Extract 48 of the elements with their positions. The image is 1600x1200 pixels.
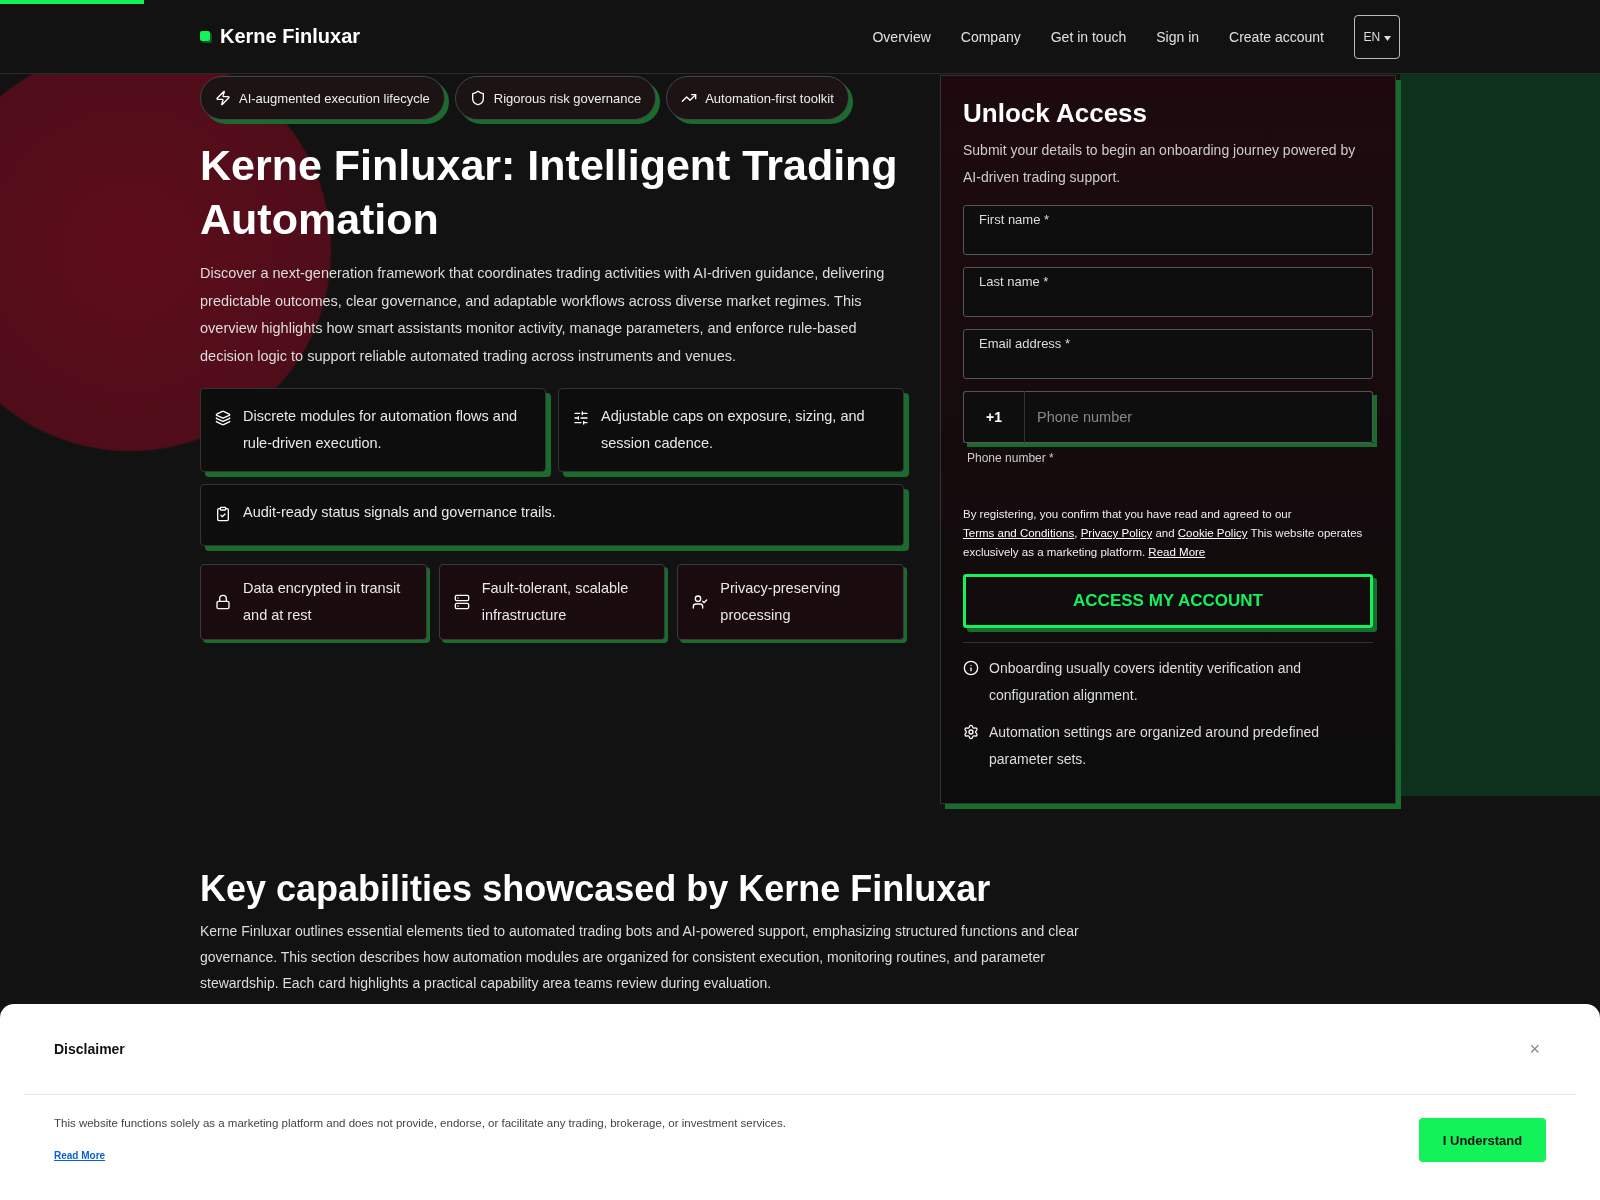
language-select[interactable]: EN xyxy=(1354,14,1400,59)
lightning-icon xyxy=(215,90,231,106)
highlight-text: Fault-tolerant, scalable infrastructure xyxy=(481,579,630,625)
clipboard-check-icon xyxy=(215,506,231,522)
understand-button[interactable]: I Understand xyxy=(1419,1118,1546,1162)
logo-icon xyxy=(200,30,212,43)
server-icon xyxy=(453,594,470,610)
note-text: Automation settings are organized around predefined parameter sets. xyxy=(989,723,1320,769)
close-button[interactable]: × xyxy=(1523,1037,1546,1061)
consent-link[interactable]: Privacy Policy xyxy=(1080,527,1153,539)
layers-icon xyxy=(215,410,231,426)
shield-icon xyxy=(469,90,486,106)
hero-description: Discover a next-generation framework that coordinates trading activities with AI-driven guidance, delivering predictable outcomes, clear governance, and adaptable workflows across diverse market regimes. This overview highlights how smart assistants monitor activity, manage parameters, and enforce rule-based decision logic to support reliable automated trading across instruments and venues. xyxy=(200,264,886,366)
disclaimer-text: This website functions solely as a marketing platform and does not provide, endorse, or facilitate any trading, brokerage, or investment services. xyxy=(54,1117,786,1129)
form-subtitle: Submit your details to begin an onboarding journey powered by AI-driven trading support. xyxy=(963,141,1357,187)
email-field[interactable]: Email address * xyxy=(963,329,1373,379)
pill-label: Automation-first toolkit xyxy=(705,90,834,106)
nav-link[interactable]: Create account xyxy=(1229,28,1324,45)
info-icon xyxy=(963,660,979,676)
consent-link[interactable]: Read More xyxy=(1148,546,1206,558)
consent-text: By registering, you confirm that you have read and agreed to our Terms and Conditions, Privacy Policy and Cookie Policy This website operates exclusively as a marketing platform. Read More xyxy=(963,507,1364,560)
read-more-link[interactable]: Read More xyxy=(54,1150,106,1161)
form-title: Unlock Access xyxy=(963,98,1149,129)
feature-text: Adjustable caps on exposure, sizing, and session cadence. xyxy=(601,407,866,453)
section-description: Kerne Finluxar outlines essential elements tied to automated trading bots and AI-powered support, emphasizing structured functions and clear governance. This section describes how automation modules are organized for consistent execution, monitoring routines, and parameter stewardship. Each card highlights a practical capability area teams review during evaluation. xyxy=(200,922,1080,993)
highlight-text: Privacy-preserving processing xyxy=(720,579,842,625)
lock-icon xyxy=(215,594,231,610)
hero-title: Kerne Finluxar: Intelligent Trading Automation xyxy=(200,140,899,245)
caret-icon xyxy=(1383,35,1391,41)
feature-text: Discrete modules for automation flows and rule-driven execution. xyxy=(243,407,519,453)
section-title: Key capabilities showcased by Kerne Finluxar xyxy=(200,868,992,910)
highlight-text: Data encrypted in transit and at rest xyxy=(243,579,402,625)
phone-field[interactable]: Phone number xyxy=(1025,391,1373,443)
phone-label: Phone number * xyxy=(967,451,1055,465)
feature-text: Audit-ready status signals and governance trails. xyxy=(243,503,556,522)
nav-link[interactable]: Company xyxy=(960,28,1021,45)
country-code-select[interactable]: +1 xyxy=(963,391,1025,443)
last-name-field[interactable]: Last name * xyxy=(963,267,1373,317)
nav-link[interactable]: Sign in xyxy=(1156,28,1200,45)
disclaimer-title: Disclaimer xyxy=(54,1041,125,1057)
sliders-icon xyxy=(573,410,589,426)
nav-link[interactable]: Overview xyxy=(872,28,931,45)
first-name-field[interactable]: First name * xyxy=(963,205,1373,255)
nav-link[interactable]: Get in touch xyxy=(1050,28,1127,45)
pill-label: Rigorous risk governance xyxy=(493,90,642,106)
pill-label: AI-augmented execution lifecycle xyxy=(239,90,430,106)
consent-link[interactable]: Cookie Policy xyxy=(1177,527,1248,539)
note-text: Onboarding usually covers identity verification and configuration alignment. xyxy=(989,659,1303,705)
